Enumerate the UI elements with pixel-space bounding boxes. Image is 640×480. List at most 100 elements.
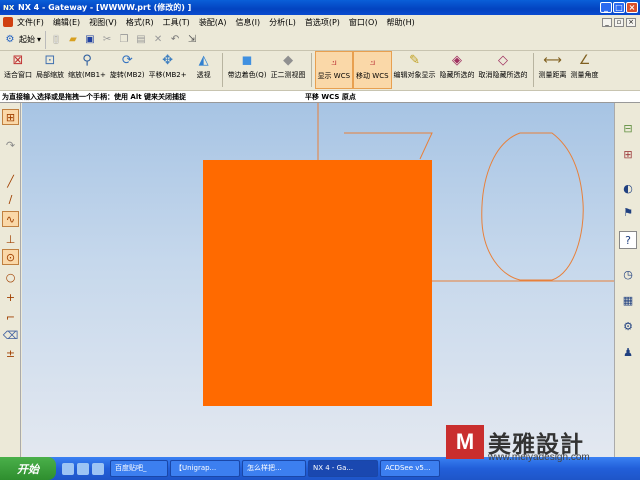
fillet-icon[interactable]: ⌐ xyxy=(2,309,19,325)
doc-minimize-button[interactable]: _ xyxy=(602,17,612,27)
quick-launch xyxy=(62,462,104,475)
toolbar-separator xyxy=(310,53,312,87)
maximize-button[interactable]: □ xyxy=(613,2,625,13)
cut-icon[interactable]: ✂ xyxy=(100,33,114,47)
menu-tools[interactable]: 工具(T) xyxy=(163,17,190,28)
edit-display-icon: ✎ xyxy=(409,53,420,68)
fit-window-label: 适合窗口 xyxy=(4,71,32,79)
zoom-region-icon: ⊡ xyxy=(44,53,56,68)
arc-icon[interactable]: ∿ xyxy=(2,211,19,227)
save-icon[interactable]: ▣ xyxy=(83,33,97,47)
menu-window[interactable]: 窗口(O) xyxy=(349,17,378,28)
select-filter-icon[interactable]: ⇲ xyxy=(185,33,199,47)
document-icon xyxy=(3,17,13,27)
menu-info[interactable]: 信息(I) xyxy=(236,17,261,28)
hide-selected-button[interactable]: ◈ 隐藏所选的 xyxy=(438,51,477,89)
point-axis-icon[interactable]: ⊥ xyxy=(2,231,19,247)
undo-icon[interactable]: ↶ xyxy=(168,33,182,47)
edit-display-button[interactable]: ✎ 编辑对象显示 xyxy=(392,51,438,89)
menu-format[interactable]: 格式(R) xyxy=(126,17,154,28)
sketch-rotate-icon[interactable]: ↷ xyxy=(2,137,19,153)
chevron-down-icon: ▾ xyxy=(37,35,42,44)
start-menu-button[interactable]: ⚙ 起始 ▾ xyxy=(3,30,47,49)
sketch-canvas[interactable] xyxy=(22,103,614,457)
paste-icon[interactable]: ▤ xyxy=(134,33,148,47)
menu-file[interactable]: 文件(F) xyxy=(17,17,44,28)
start-button[interactable]: 开始 xyxy=(0,457,56,480)
watermark: M 美雅設計 www.meiyadesign.com xyxy=(446,425,636,465)
perspective-button[interactable]: ◭ 透视 xyxy=(189,51,219,89)
training-icon[interactable]: ⚑ xyxy=(619,203,637,221)
menu-help[interactable]: 帮助(H) xyxy=(386,17,414,28)
menu-assembly[interactable]: 装配(A) xyxy=(199,17,227,28)
doc-close-button[interactable]: × xyxy=(626,17,636,27)
point-icon[interactable]: + xyxy=(2,289,19,305)
edit-display-label: 编辑对象显示 xyxy=(393,71,436,79)
unhide-selected-label: 取消隐藏所选的 xyxy=(478,71,528,79)
new-file-icon[interactable]: ▯ xyxy=(49,33,63,47)
unhide-selected-button[interactable]: ◇ 取消隐藏所选的 xyxy=(477,51,530,89)
help-icon[interactable]: ? xyxy=(619,231,637,249)
task-button-active[interactable]: NX 4 - Ga... xyxy=(308,460,378,477)
task-button[interactable]: ACDSee v5... xyxy=(380,460,440,477)
toolbar-separator xyxy=(221,53,223,87)
status-mode: 平移 WCS 原点 xyxy=(305,93,356,101)
assembly-navigator-icon[interactable]: ⊟ xyxy=(619,119,637,137)
measure-distance-label: 测量距离 xyxy=(538,71,567,79)
delete-icon[interactable]: ✕ xyxy=(151,33,165,47)
task-button[interactable]: 百度贴吧_ xyxy=(110,460,168,477)
hide-selected-label: 隐藏所选的 xyxy=(439,71,475,79)
web-browser-icon[interactable]: ◐ xyxy=(619,179,637,197)
show-wcs-button[interactable]: ⟓ 显示 WCS xyxy=(314,51,354,89)
graphics-window[interactable] xyxy=(22,103,614,457)
line-icon[interactable]: ∕ xyxy=(2,191,19,207)
part-navigator-icon[interactable]: ⊞ xyxy=(619,145,637,163)
task-button[interactable]: 怎么样把... xyxy=(242,460,306,477)
move-wcs-button[interactable]: ⟓ 移动 WCS xyxy=(353,51,392,89)
system-materials-icon[interactable]: ▦ xyxy=(619,291,637,309)
copy-icon[interactable]: ❐ xyxy=(117,33,131,47)
constraint-icon[interactable]: ± xyxy=(2,345,19,361)
menu-analysis[interactable]: 分析(L) xyxy=(269,17,296,28)
eraser-icon[interactable]: ⌫ xyxy=(2,327,19,343)
menu-edit[interactable]: 编辑(E) xyxy=(53,17,80,28)
task-button[interactable]: 【Unigrap... xyxy=(170,460,240,477)
title-bar: NX NX 4 - Gateway - [WWWW.prt (修改的) ] _ … xyxy=(0,0,640,15)
doc-restore-button[interactable]: ▫ xyxy=(614,17,624,27)
fit-window-button[interactable]: ⊠ 适合窗口 xyxy=(2,51,34,89)
resource-bar: ⊟ ⊞ ◐ ⚑ ? ◷ ▦ ⚙ ♟ xyxy=(614,103,640,457)
shaded-edges-button[interactable]: ◼ 带边着色(Q) xyxy=(226,51,269,89)
shaded-edges-label: 带边着色(Q) xyxy=(227,71,267,79)
zoom-button[interactable]: ⚲ 缩放(MB1+ xyxy=(66,51,108,89)
zoom-region-button[interactable]: ⊡ 局部缩放 xyxy=(34,51,66,89)
pan-button[interactable]: ✥ 平移(MB2+ xyxy=(147,51,189,89)
minimize-button[interactable]: _ xyxy=(600,2,612,13)
history-icon[interactable]: ◷ xyxy=(619,265,637,283)
sketch-rectangle[interactable] xyxy=(203,160,432,406)
measure-distance-button[interactable]: ⟷ 测量距离 xyxy=(537,51,569,89)
menu-view[interactable]: 视图(V) xyxy=(89,17,117,28)
profile-line-icon[interactable]: ╱ xyxy=(2,173,19,189)
rotate-button[interactable]: ⟳ 旋转(MB2) xyxy=(108,51,147,89)
pan-label: 平移(MB2+ xyxy=(148,71,187,79)
perspective-icon: ◭ xyxy=(198,53,209,68)
circle-center-icon[interactable]: ⊙ xyxy=(2,249,19,265)
measure-angle-icon: ∠ xyxy=(578,53,591,68)
menu-bar: 文件(F) 编辑(E) 视图(V) 格式(R) 工具(T) 装配(A) 信息(I… xyxy=(0,15,640,29)
quick-launch-icon[interactable] xyxy=(77,462,89,475)
quick-launch-icon[interactable] xyxy=(92,462,104,475)
quick-launch-icon[interactable] xyxy=(62,462,74,475)
close-button[interactable]: × xyxy=(626,2,638,13)
menu-preferences[interactable]: 首选项(P) xyxy=(305,17,340,28)
sketch-finish-icon[interactable]: ⊞ xyxy=(2,109,19,125)
measure-angle-button[interactable]: ∠ 测量角度 xyxy=(569,51,601,89)
process-studio-icon[interactable]: ⚙ xyxy=(619,317,637,335)
watermark-logo: M xyxy=(446,425,484,459)
fit-window-icon: ⊠ xyxy=(12,53,24,68)
shaded-edges-icon: ◼ xyxy=(241,53,253,68)
roles-icon[interactable]: ♟ xyxy=(619,343,637,361)
dimetric-view-button[interactable]: ◆ 正二测视图 xyxy=(269,51,308,89)
circle-icon[interactable]: ○ xyxy=(2,269,19,285)
open-folder-icon[interactable]: ▰ xyxy=(66,33,80,47)
measure-distance-icon: ⟷ xyxy=(543,53,562,68)
